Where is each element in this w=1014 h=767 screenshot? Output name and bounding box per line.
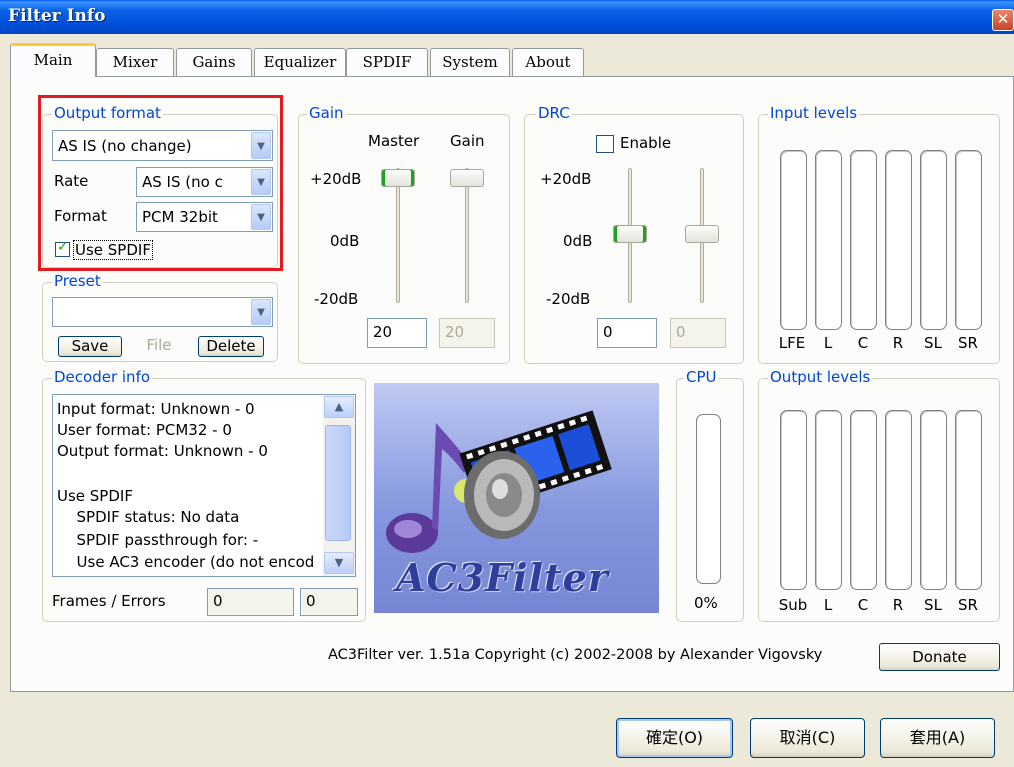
decoder-line: Input format: Unknown - 0 bbox=[57, 400, 255, 418]
logo-text: AC3Filter bbox=[396, 555, 609, 600]
gain-slider-thumb bbox=[450, 169, 484, 187]
ok-button[interactable]: 確定(O) bbox=[616, 718, 733, 758]
output-meter-sr bbox=[955, 410, 982, 590]
output-channel-sub: Sub bbox=[778, 596, 808, 614]
errors-value: 0 bbox=[300, 588, 358, 616]
cpu-label: CPU bbox=[684, 368, 719, 386]
decoder-info-label: Decoder info bbox=[52, 368, 153, 386]
master-gain-input[interactable]: 20 bbox=[367, 318, 427, 348]
input-meter-c bbox=[850, 150, 877, 330]
gain-bottom-tick: -20dB bbox=[314, 290, 359, 308]
master-slider-track[interactable] bbox=[396, 168, 400, 303]
chevron-down-icon[interactable]: ▼ bbox=[251, 299, 271, 325]
input-channel-sr: SR bbox=[958, 334, 978, 352]
donate-button[interactable]: Donate bbox=[879, 643, 1000, 671]
decoder-line: SPDIF passthrough for: - bbox=[67, 531, 259, 549]
gain-value-input: 20 bbox=[439, 318, 495, 348]
drc-slider-thumb[interactable] bbox=[613, 225, 647, 243]
output-channel-sl: SL bbox=[924, 596, 942, 614]
drc-enable-label[interactable]: Enable bbox=[620, 134, 671, 152]
cpu-meter bbox=[696, 414, 721, 584]
decoder-info-text[interactable]: Input format: Unknown - 0 User format: P… bbox=[52, 394, 356, 577]
decoder-line: Use SPDIF bbox=[57, 487, 133, 505]
apply-button[interactable]: 套用(A) bbox=[880, 718, 995, 758]
input-channel-l: L bbox=[823, 334, 833, 352]
input-levels-label: Input levels bbox=[768, 104, 860, 122]
input-meter-sl bbox=[920, 150, 947, 330]
output-meter-l bbox=[815, 410, 842, 590]
close-button[interactable]: ✕ bbox=[992, 9, 1014, 31]
input-channel-sl: SL bbox=[924, 334, 942, 352]
preset-label: Preset bbox=[52, 272, 103, 290]
close-icon: ✕ bbox=[996, 10, 1010, 28]
copyright-text: AC3Filter ver. 1.51a Copyright (c) 2002-… bbox=[328, 647, 823, 663]
frames-errors-label: Frames / Errors bbox=[52, 592, 166, 610]
input-meter-lfe bbox=[780, 150, 807, 330]
gain-label: Gain bbox=[307, 104, 346, 122]
drc-label: DRC bbox=[536, 104, 572, 122]
output-channel-r: R bbox=[892, 596, 904, 614]
title-bar[interactable]: Filter Info ✕ bbox=[0, 0, 1014, 34]
decoder-line: SPDIF status: No data bbox=[67, 508, 240, 526]
preset-file-button[interactable]: File bbox=[124, 336, 194, 357]
decoder-line: User format: PCM32 - 0 bbox=[57, 421, 232, 439]
tab-about[interactable]: About bbox=[512, 48, 584, 76]
tab-system[interactable]: System bbox=[430, 48, 510, 76]
chevron-down-icon: ▼ bbox=[334, 556, 344, 569]
scroll-down-button[interactable]: ▼ bbox=[324, 552, 354, 574]
cancel-button[interactable]: 取消(C) bbox=[750, 718, 865, 758]
highlight-frame bbox=[38, 95, 283, 271]
drc-value-input[interactable]: 0 bbox=[597, 318, 657, 348]
tab-equalizer[interactable]: Equalizer bbox=[254, 48, 346, 76]
output-meter-sub bbox=[780, 410, 807, 590]
drc-enable-checkbox[interactable] bbox=[596, 135, 614, 153]
scroll-thumb[interactable] bbox=[325, 425, 351, 541]
decoder-scrollbar[interactable]: ▲ ▼ bbox=[323, 395, 355, 576]
chevron-up-icon: ▲ bbox=[334, 400, 344, 413]
window-title: Filter Info bbox=[8, 6, 106, 26]
drc-top-tick: +20dB bbox=[540, 170, 592, 188]
output-meter-sl bbox=[920, 410, 947, 590]
ac3filter-logo: AC3Filter bbox=[374, 383, 659, 613]
drc-slider2-thumb bbox=[685, 225, 719, 243]
drc-value2-input: 0 bbox=[670, 318, 726, 348]
preset-save-button[interactable]: Save bbox=[58, 336, 122, 357]
tab-gains[interactable]: Gains bbox=[176, 48, 252, 76]
input-channel-c: C bbox=[857, 334, 869, 352]
input-meter-r bbox=[885, 150, 912, 330]
input-meter-l bbox=[815, 150, 842, 330]
tab-mixer[interactable]: Mixer bbox=[96, 48, 174, 76]
master-label: Master bbox=[368, 132, 420, 150]
master-slider-thumb[interactable] bbox=[381, 169, 415, 187]
preset-delete-button[interactable]: Delete bbox=[198, 336, 264, 357]
gain-column-label: Gain bbox=[450, 132, 485, 150]
gain-mid-tick: 0dB bbox=[330, 232, 360, 250]
decoder-line: Use AC3 encoder (do not encod bbox=[67, 553, 315, 571]
output-channel-c: C bbox=[857, 596, 869, 614]
cpu-value: 0% bbox=[694, 594, 718, 612]
input-channel-r: R bbox=[892, 334, 904, 352]
tab-main[interactable]: Main bbox=[10, 43, 96, 77]
output-levels-label: Output levels bbox=[768, 368, 873, 386]
preset-combo[interactable]: ▼ bbox=[52, 297, 273, 327]
gain-slider-track[interactable] bbox=[465, 168, 469, 303]
output-meter-c bbox=[850, 410, 877, 590]
output-channel-sr: SR bbox=[958, 596, 978, 614]
frames-value: 0 bbox=[207, 588, 294, 616]
output-channel-l: L bbox=[823, 596, 833, 614]
output-meter-r bbox=[885, 410, 912, 590]
input-channel-lfe: LFE bbox=[778, 334, 806, 352]
input-meter-sr bbox=[955, 150, 982, 330]
decoder-line: Output format: Unknown - 0 bbox=[57, 442, 268, 460]
scroll-up-button[interactable]: ▲ bbox=[324, 396, 354, 418]
drc-mid-tick: 0dB bbox=[563, 232, 593, 250]
drc-bottom-tick: -20dB bbox=[546, 290, 591, 308]
gain-top-tick: +20dB bbox=[310, 170, 362, 188]
tab-spdif[interactable]: SPDIF bbox=[346, 48, 428, 76]
